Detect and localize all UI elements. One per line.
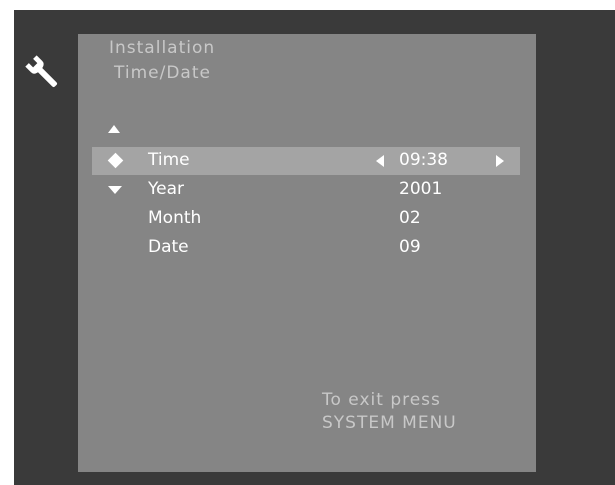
diamond-icon <box>107 152 124 169</box>
menu-item-label: Time <box>148 150 190 170</box>
menu-item-value: 09:38 <box>399 150 448 170</box>
menu-item-value: 2001 <box>399 179 443 199</box>
triangle-right-icon[interactable] <box>496 155 504 167</box>
menu-item-date[interactable]: Date 09 <box>92 234 520 262</box>
menu-subtitle: Time/Date <box>114 63 211 83</box>
menu-item-label: Year <box>148 179 184 199</box>
menu-item-year[interactable]: Year 2001 <box>92 176 520 204</box>
arrow-down-icon[interactable] <box>108 186 122 194</box>
exit-hint-key: SYSTEM MENU <box>322 413 457 433</box>
wrench-icon <box>25 55 58 88</box>
menu-title: Installation <box>109 38 216 58</box>
menu-item-time[interactable]: Time 09:38 <box>92 147 520 175</box>
menu-item-label: Date <box>148 237 189 257</box>
menu-item-month[interactable]: Month 02 <box>92 205 520 233</box>
arrow-up-icon[interactable] <box>108 125 120 133</box>
triangle-left-icon[interactable] <box>376 155 384 167</box>
menu-item-label: Month <box>148 208 202 228</box>
menu-item-value: 02 <box>399 208 421 228</box>
exit-hint: To exit press <box>322 390 441 410</box>
menu-item-value: 09 <box>399 237 421 257</box>
